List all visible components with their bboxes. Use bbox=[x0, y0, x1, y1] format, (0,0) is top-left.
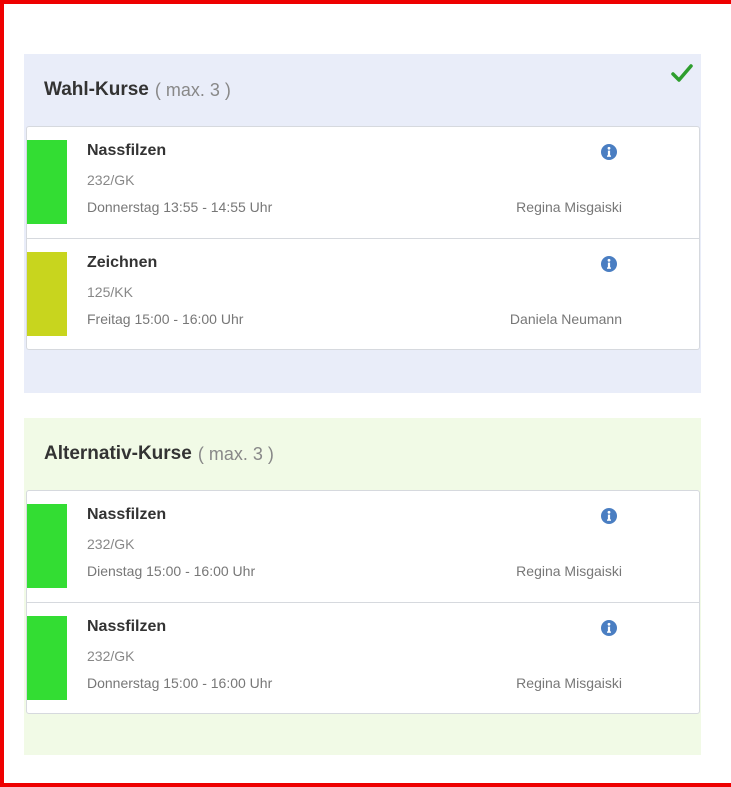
alternativ-kurse-panel: Alternativ-Kurse ( max. 3 ) Nassfilzen 2… bbox=[24, 418, 701, 755]
course-time: Donnerstag 13:55 - 14:55 Uhr bbox=[87, 199, 273, 215]
course-item[interactable]: Nassfilzen 232/GK Donnerstag 13:55 - 14:… bbox=[27, 127, 699, 238]
course-teacher: Regina Misgaiski bbox=[516, 675, 622, 691]
course-code: 232/GK bbox=[87, 648, 135, 664]
highlight-frame: Wahl-Kurse ( max. 3 ) Nassfilzen 232/GK … bbox=[0, 0, 731, 787]
wahl-kurse-header: Wahl-Kurse ( max. 3 ) bbox=[44, 54, 231, 126]
course-time: Freitag 15:00 - 16:00 Uhr bbox=[87, 311, 244, 327]
course-name: Nassfilzen bbox=[87, 618, 167, 635]
course-code: 125/KK bbox=[87, 284, 133, 300]
course-name: Nassfilzen bbox=[87, 142, 167, 159]
wahl-kurse-list: Nassfilzen 232/GK Donnerstag 13:55 - 14:… bbox=[26, 126, 700, 350]
course-name: Zeichnen bbox=[87, 254, 158, 271]
wahl-kurse-panel: Wahl-Kurse ( max. 3 ) Nassfilzen 232/GK … bbox=[24, 54, 701, 393]
info-icon[interactable] bbox=[601, 508, 617, 524]
course-item[interactable]: Nassfilzen 232/GK Dienstag 15:00 - 16:00… bbox=[27, 491, 699, 602]
alternativ-kurse-list: Nassfilzen 232/GK Dienstag 15:00 - 16:00… bbox=[26, 490, 700, 714]
course-item[interactable]: Zeichnen 125/KK Freitag 15:00 - 16:00 Uh… bbox=[27, 238, 699, 349]
info-icon[interactable] bbox=[601, 256, 617, 272]
course-status-bar bbox=[27, 140, 67, 224]
course-status-bar bbox=[27, 504, 67, 588]
info-icon[interactable] bbox=[601, 144, 617, 160]
wahl-kurse-max: ( max. 3 ) bbox=[154, 79, 231, 100]
alternativ-kurse-title: Alternativ-Kurse bbox=[44, 443, 192, 464]
alternativ-kurse-max: ( max. 3 ) bbox=[197, 443, 274, 464]
course-teacher: Regina Misgaiski bbox=[516, 563, 622, 579]
check-icon bbox=[671, 64, 693, 82]
alternativ-kurse-header: Alternativ-Kurse ( max. 3 ) bbox=[44, 418, 274, 490]
info-icon[interactable] bbox=[601, 620, 617, 636]
course-status-bar bbox=[27, 616, 67, 700]
course-time: Donnerstag 15:00 - 16:00 Uhr bbox=[87, 675, 273, 691]
course-code: 232/GK bbox=[87, 536, 135, 552]
course-name: Nassfilzen bbox=[87, 506, 167, 523]
course-teacher: Regina Misgaiski bbox=[516, 199, 622, 215]
course-code: 232/GK bbox=[87, 172, 135, 188]
course-item[interactable]: Nassfilzen 232/GK Donnerstag 15:00 - 16:… bbox=[27, 602, 699, 713]
wahl-kurse-title: Wahl-Kurse bbox=[44, 79, 149, 100]
course-status-bar bbox=[27, 252, 67, 336]
course-time: Dienstag 15:00 - 16:00 Uhr bbox=[87, 563, 256, 579]
course-teacher: Daniela Neumann bbox=[509, 311, 622, 327]
